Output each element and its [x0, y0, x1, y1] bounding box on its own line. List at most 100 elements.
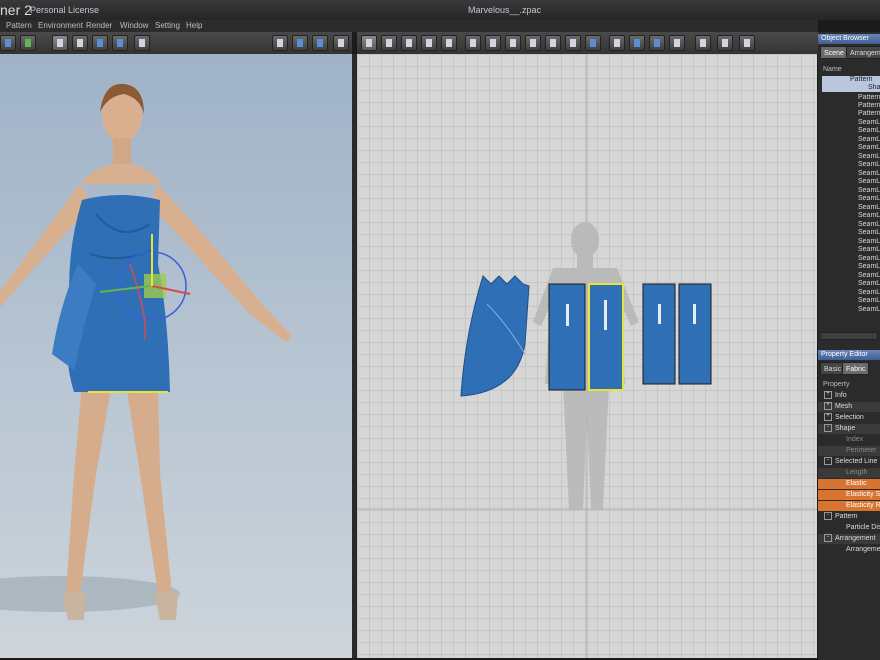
- edit-point-icon[interactable]: [401, 35, 417, 51]
- fold-tool-icon[interactable]: [92, 35, 108, 51]
- grid-view-icon[interactable]: [272, 35, 288, 51]
- prop-selection[interactable]: + Selection: [818, 413, 880, 423]
- license-label: Personal License: [30, 5, 100, 15]
- back-view-icon[interactable]: [312, 35, 328, 51]
- tree-item-seamline[interactable]: SeamL: [858, 119, 880, 127]
- tree-item-seamline[interactable]: SeamL: [858, 306, 880, 314]
- tack-tool-icon[interactable]: [112, 35, 128, 51]
- export-icon[interactable]: [739, 35, 755, 51]
- menu-environment[interactable]: Environment: [38, 21, 83, 30]
- tree-item-seamline[interactable]: SeamL: [858, 161, 880, 169]
- name-column-header: Name: [823, 66, 842, 73]
- menu-help[interactable]: Help: [186, 21, 202, 30]
- tree-item-seamline[interactable]: SeamL: [858, 178, 880, 186]
- dart-icon[interactable]: [585, 35, 601, 51]
- menu-window[interactable]: Window: [120, 21, 148, 30]
- prop-selected-line[interactable]: - Selected Line: [818, 457, 880, 467]
- prop-pattern[interactable]: - Pattern: [818, 512, 880, 522]
- image-icon[interactable]: [717, 35, 733, 51]
- move-tool-icon[interactable]: [72, 35, 88, 51]
- tree-item-seamline[interactable]: SeamL: [858, 195, 880, 203]
- collapse-icon[interactable]: -: [824, 457, 832, 466]
- texture-icon[interactable]: [695, 35, 711, 51]
- file-title: Marvelous__.zpac: [468, 5, 542, 15]
- tree-item-seamline[interactable]: SeamL: [858, 238, 880, 246]
- object-browser-scrollbar[interactable]: [820, 332, 878, 340]
- prop-arrangement-child[interactable]: Arrangeme: [818, 545, 880, 555]
- prop-info[interactable]: + Info: [818, 391, 880, 401]
- tree-item-seamline[interactable]: SeamL: [858, 170, 880, 178]
- tree-item-seamline[interactable]: SeamL: [858, 127, 880, 135]
- simulate-icon[interactable]: [333, 35, 349, 51]
- internal-polygon-icon[interactable]: [525, 35, 541, 51]
- free-sewing-icon[interactable]: [629, 35, 645, 51]
- prop-length: Length: [818, 468, 880, 478]
- pattern-canvas: [357, 54, 817, 658]
- internal-circle-icon[interactable]: [565, 35, 581, 51]
- tree-item-seamline[interactable]: SeamL: [858, 272, 880, 280]
- menu-bar: Pattern Environment Render Window Settin…: [0, 20, 818, 32]
- prop-mesh[interactable]: + Mesh: [818, 402, 880, 412]
- circle-icon[interactable]: [505, 35, 521, 51]
- garment-tool-icon[interactable]: [20, 35, 36, 51]
- tree-item-seamline[interactable]: SeamL: [858, 229, 880, 237]
- tree-item-seamline[interactable]: SeamL: [858, 153, 880, 161]
- expand-icon[interactable]: +: [824, 413, 832, 422]
- tree-item-seamline[interactable]: SeamL: [858, 255, 880, 263]
- viewport-3d[interactable]: [0, 54, 352, 658]
- collapse-icon[interactable]: -: [824, 512, 832, 521]
- tree-item-pattern[interactable]: Pattern: [822, 76, 880, 84]
- toolbar-3d: [0, 32, 352, 55]
- menu-setting[interactable]: Setting: [155, 21, 180, 30]
- prop-perimeter: Perimeter: [818, 446, 880, 456]
- tab-fabric[interactable]: Fabric: [842, 362, 870, 375]
- tree-item-seamline[interactable]: SeamL: [858, 280, 880, 288]
- prop-index: Index: [846, 436, 864, 443]
- edit-pattern-icon[interactable]: [381, 35, 397, 51]
- tree-item-shape[interactable]: Sha: [822, 84, 880, 92]
- tree-item-seamline[interactable]: SeamL: [858, 204, 880, 212]
- segment-sewing-icon[interactable]: [609, 35, 625, 51]
- tree-item-seamline[interactable]: SeamL: [858, 246, 880, 254]
- tree-item-seamline[interactable]: SeamL: [858, 187, 880, 195]
- expand-icon[interactable]: +: [824, 402, 832, 411]
- prop-particle-distance[interactable]: Particle Dis: [818, 523, 880, 533]
- select-pattern-icon[interactable]: [361, 35, 377, 51]
- tree-item-seamline[interactable]: SeamL: [858, 289, 880, 297]
- prop-elasticity-ratio[interactable]: Elasticity R: [818, 501, 880, 511]
- tree-item-seamline[interactable]: SeamL: [858, 144, 880, 152]
- tab-scene[interactable]: Scene: [820, 46, 848, 59]
- edit-sewing-icon[interactable]: [669, 35, 685, 51]
- rectangle-icon[interactable]: [485, 35, 501, 51]
- tree-item-seamline[interactable]: SeamL: [858, 221, 880, 229]
- polygon-icon[interactable]: [465, 35, 481, 51]
- tree-item-pattern[interactable]: Pattern: [858, 110, 880, 118]
- prop-elastic[interactable]: Elastic: [818, 479, 880, 489]
- tree-item-seamline[interactable]: SeamL: [858, 136, 880, 144]
- prop-elasticity-strength[interactable]: Elasticity S: [818, 490, 880, 500]
- viewport-2d[interactable]: [357, 54, 817, 658]
- select-tool-icon[interactable]: [52, 35, 68, 51]
- front-view-icon[interactable]: [292, 35, 308, 51]
- tree-item-seamline[interactable]: SeamL: [858, 212, 880, 220]
- seam-icon[interactable]: [649, 35, 665, 51]
- tree-item-pattern[interactable]: Pattern: [858, 94, 880, 102]
- prop-arrangement[interactable]: - Arrangement: [818, 534, 880, 544]
- property-column-header: Property: [823, 381, 850, 388]
- tree-item-seamline[interactable]: SeamL: [858, 263, 880, 271]
- prop-shape[interactable]: - Shape: [818, 424, 880, 434]
- collapse-icon[interactable]: -: [824, 534, 832, 543]
- edit-curve-icon[interactable]: [421, 35, 437, 51]
- toolbar-2d: [357, 32, 818, 55]
- collapse-icon[interactable]: -: [824, 424, 832, 433]
- tree-item-pattern[interactable]: Pattern: [858, 102, 880, 110]
- tree-item-seamline[interactable]: SeamL: [858, 297, 880, 305]
- menu-render[interactable]: Render: [86, 21, 112, 30]
- avatar-tool-icon[interactable]: [0, 35, 16, 51]
- internal-rect-icon[interactable]: [545, 35, 561, 51]
- tab-arrangement[interactable]: Arrangem: [846, 46, 880, 59]
- pin-tool-icon[interactable]: [134, 35, 150, 51]
- menu-pattern[interactable]: Pattern: [6, 21, 32, 30]
- expand-icon[interactable]: +: [824, 391, 832, 400]
- add-point-icon[interactable]: [441, 35, 457, 51]
